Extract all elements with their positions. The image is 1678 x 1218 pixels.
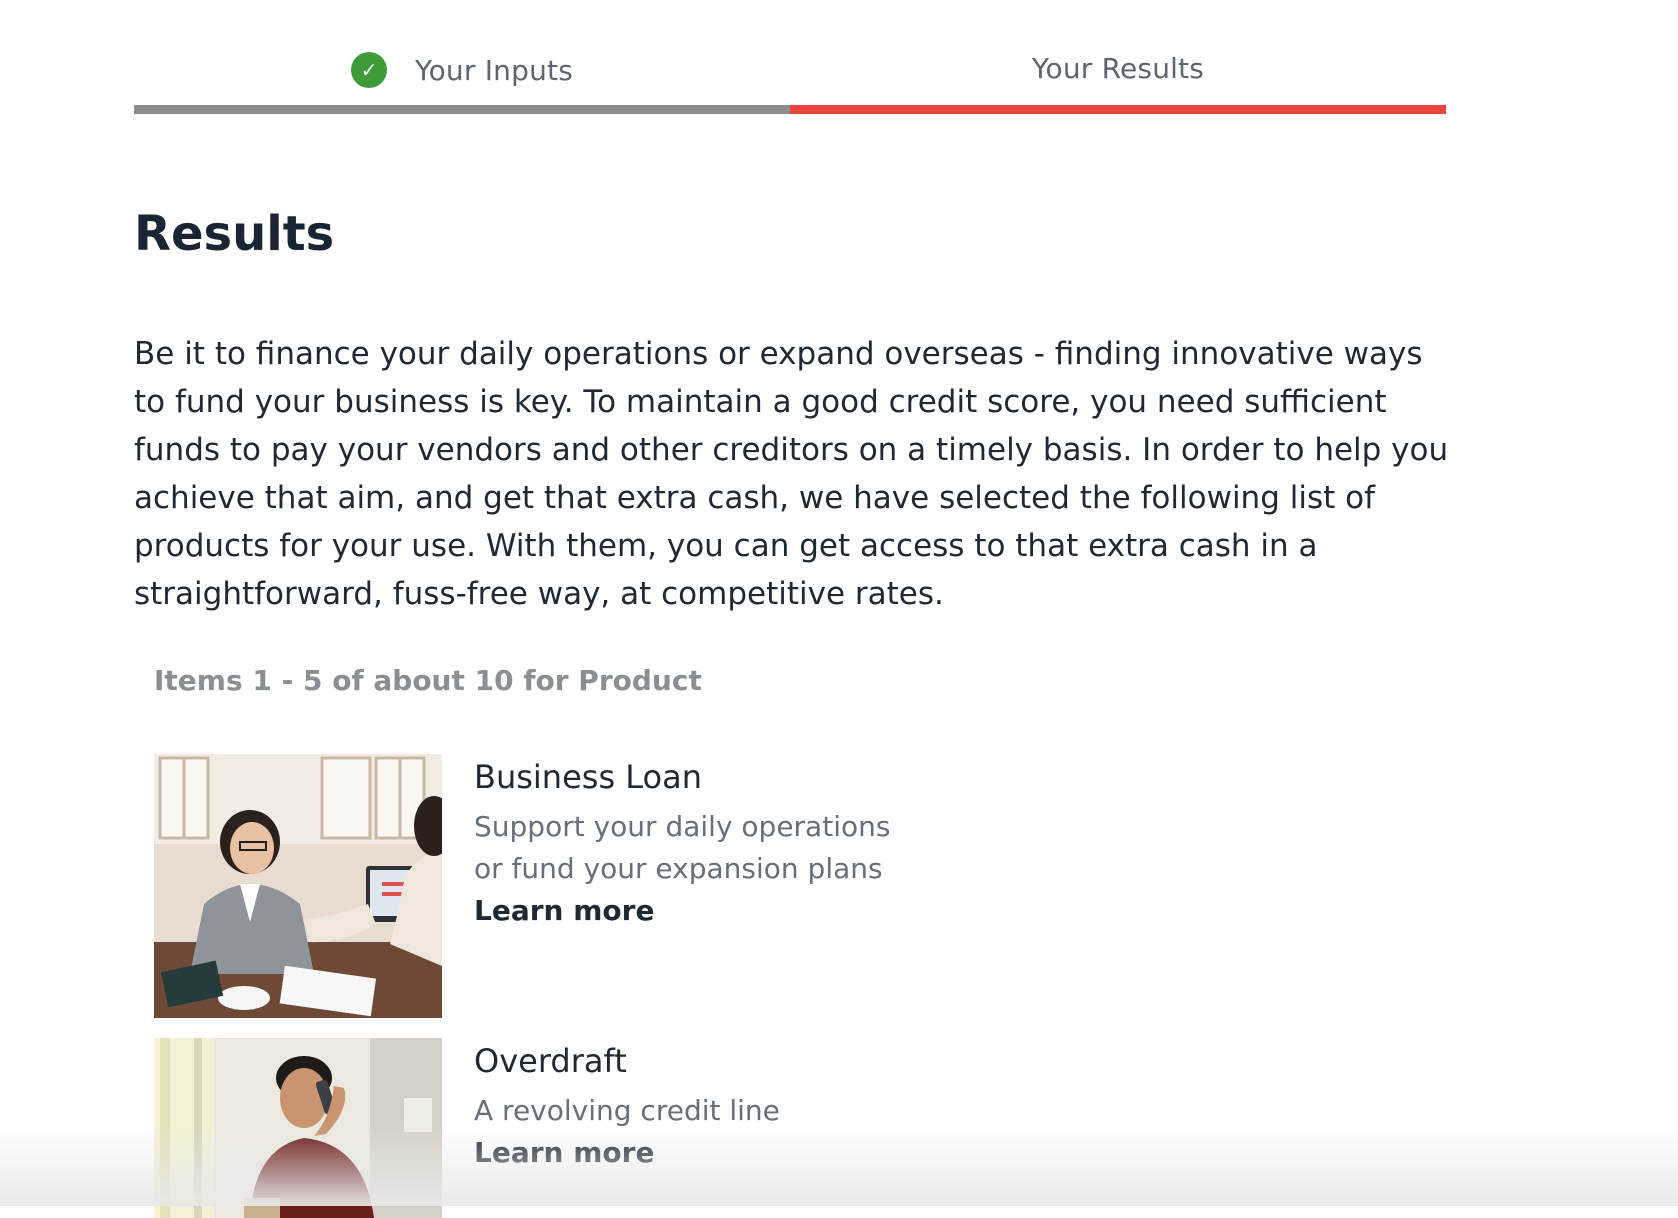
step-your-results[interactable]: Your Results <box>790 0 1446 114</box>
progress-stepper: ✓ Your Inputs Your Results <box>134 0 1446 124</box>
product-name[interactable]: Overdraft <box>474 1042 894 1080</box>
page-title: Results <box>134 206 335 262</box>
product-description: Support your daily operations or fund yo… <box>474 810 891 885</box>
learn-more-link-overdraft[interactable]: Learn more <box>474 1136 654 1169</box>
man-on-phone-photo <box>154 1038 442 1218</box>
product-image-business-loan[interactable] <box>154 754 442 1018</box>
learn-more-link-business-loan[interactable]: Learn more <box>474 894 654 927</box>
intro-paragraph: Be it to finance your daily operations o… <box>134 336 1449 612</box>
step-your-results-bar <box>790 105 1446 114</box>
step-your-results-header: Your Results <box>790 52 1446 85</box>
product-image-overdraft[interactable] <box>154 1038 442 1218</box>
product-info-overdraft: Overdraft A revolving credit line Learn … <box>474 1042 894 1169</box>
step-your-results-label: Your Results <box>1031 52 1205 85</box>
step-your-inputs-label: Your Inputs <box>415 53 573 87</box>
business-meeting-photo <box>154 754 442 1018</box>
product-description: A revolving credit line <box>474 1094 780 1127</box>
items-count: Items 1 - 5 of about 10 for Product <box>154 664 702 697</box>
step-your-inputs-header: ✓ Your Inputs <box>134 52 790 88</box>
product-info-business-loan: Business Loan Support your daily operati… <box>474 758 894 927</box>
step-your-inputs-bar <box>134 105 790 114</box>
step-your-inputs[interactable]: ✓ Your Inputs <box>134 0 790 114</box>
product-name[interactable]: Business Loan <box>474 758 894 796</box>
check-circle-icon: ✓ <box>351 52 388 88</box>
